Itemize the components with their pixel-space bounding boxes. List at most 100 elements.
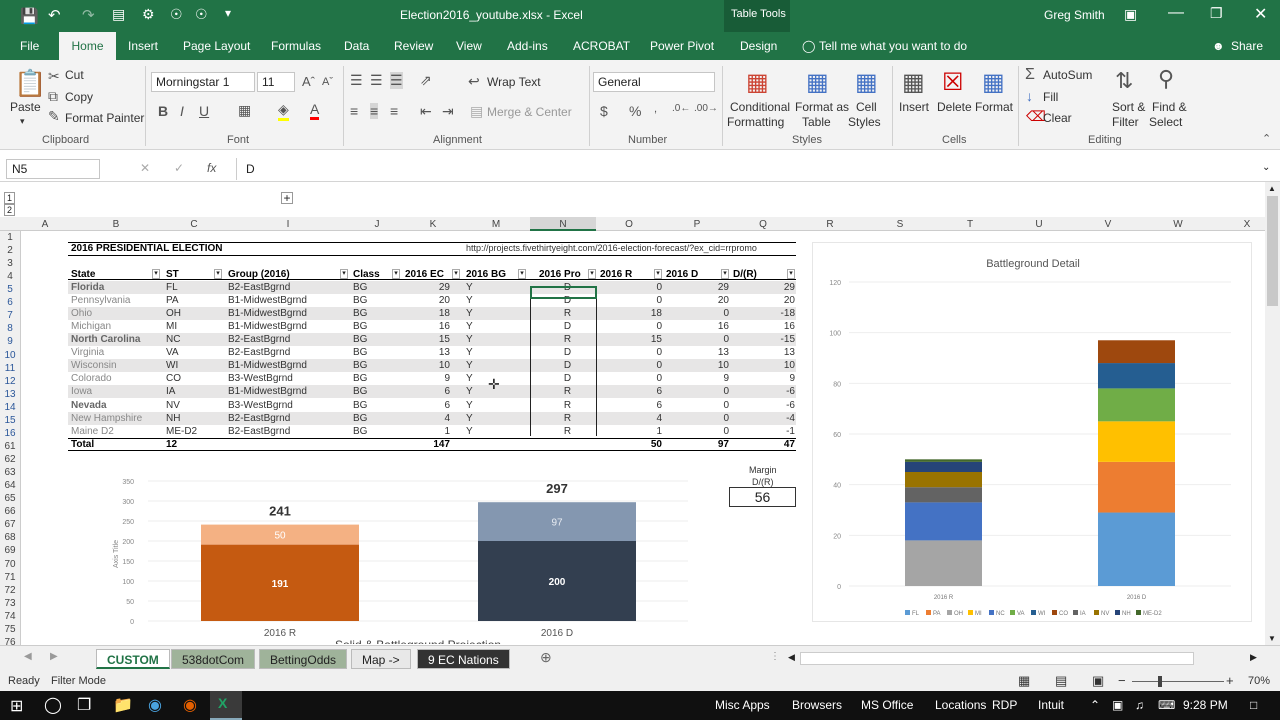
format-as-table-label-2[interactable]: Table xyxy=(802,115,831,129)
undo-icon[interactable]: ↶ xyxy=(48,6,61,24)
row-header[interactable]: 65 xyxy=(0,492,20,505)
table-cell[interactable]: Y xyxy=(466,346,473,359)
scroll-down-icon[interactable]: ▼ xyxy=(1268,634,1276,643)
zoom-out-icon[interactable]: − xyxy=(1118,673,1126,688)
share-button[interactable]: Share xyxy=(1231,32,1263,60)
borders-icon[interactable]: ▦ xyxy=(238,102,251,119)
comma-style-icon[interactable]: , xyxy=(654,103,657,115)
table-cell[interactable]: Y xyxy=(466,372,473,385)
table-cell[interactable]: 15 xyxy=(600,333,662,346)
column-header[interactable]: N xyxy=(553,218,573,231)
table-cell[interactable]: BG xyxy=(353,425,367,438)
increase-decimal-icon[interactable]: .0← xyxy=(672,103,690,114)
share-network-icon[interactable]: ☉ xyxy=(170,6,183,23)
table-cell[interactable]: CO xyxy=(166,372,181,385)
table-cell[interactable]: -4 xyxy=(733,412,795,425)
tell-me-box[interactable]: Tell me what you want to do xyxy=(819,32,967,60)
wrap-text-button[interactable]: Wrap Text xyxy=(487,75,541,89)
table-cell[interactable]: Iowa xyxy=(71,385,92,398)
column-header[interactable]: M xyxy=(486,218,506,231)
filter-dropdown-icon[interactable]: ▾ xyxy=(214,269,222,279)
bar-segment[interactable] xyxy=(1098,421,1175,462)
table-cell[interactable]: B2-EastBgrnd xyxy=(228,346,290,359)
sheet-tab-bettingodds[interactable]: BettingOdds xyxy=(259,649,348,669)
prev-sheet-icon[interactable]: ◀ xyxy=(24,651,32,662)
column-header[interactable]: S xyxy=(890,218,910,231)
table-cell[interactable]: ME-D2 xyxy=(166,425,197,438)
keyboard-icon[interactable]: ⌨ xyxy=(1158,698,1175,712)
bar-segment[interactable] xyxy=(1098,340,1175,364)
bar-segment[interactable] xyxy=(905,472,982,488)
table-cell[interactable]: Michigan xyxy=(71,320,111,333)
close-icon[interactable]: ✕ xyxy=(1254,4,1267,24)
row-header[interactable]: 14 xyxy=(0,401,20,414)
filter-dropdown-icon[interactable]: ▾ xyxy=(152,269,160,279)
merge-center-button[interactable]: Merge & Center xyxy=(487,105,572,119)
tab-data[interactable]: Data xyxy=(344,32,369,60)
taskbar-rdp[interactable]: RDP xyxy=(992,698,1017,712)
windows-start-icon[interactable]: ⊞ xyxy=(10,696,23,716)
row-header[interactable]: 2 xyxy=(0,244,20,257)
horizontal-scroll-thumb[interactable] xyxy=(800,652,1194,665)
row-header[interactable]: 66 xyxy=(0,505,20,518)
page-layout-view-icon[interactable]: ▤ xyxy=(1055,673,1067,689)
table-cell[interactable]: B3-WestBgrnd xyxy=(228,372,293,385)
row-header[interactable]: 12 xyxy=(0,375,20,388)
row-header[interactable]: 6 xyxy=(0,296,20,309)
table-cell[interactable]: 18 xyxy=(405,307,450,320)
format-cells-button[interactable]: Format xyxy=(975,100,1013,114)
table-cell[interactable]: 29 xyxy=(733,281,795,294)
total-cell[interactable]: 50 xyxy=(600,438,662,451)
table-cell[interactable]: Wisconsin xyxy=(71,359,117,372)
row-header[interactable]: 76 xyxy=(0,636,20,645)
table-cell[interactable]: 15 xyxy=(405,333,450,346)
table-cell[interactable]: 6 xyxy=(600,399,662,412)
row-header[interactable]: 16 xyxy=(0,427,20,440)
name-box[interactable]: N5 xyxy=(6,159,100,179)
table-cell[interactable]: B1-MidwestBgrnd xyxy=(228,385,307,398)
table-cell[interactable]: BG xyxy=(353,372,367,385)
row-header[interactable]: 10 xyxy=(0,349,20,362)
table-cell[interactable]: 29 xyxy=(405,281,450,294)
sheet-tab-538dotcom[interactable]: 538dotCom xyxy=(171,649,256,669)
notifications-icon[interactable]: □ xyxy=(1250,698,1257,712)
taskbar-misc-apps[interactable]: Misc Apps xyxy=(715,698,770,712)
row-header[interactable]: 8 xyxy=(0,322,20,335)
table-cell[interactable]: Y xyxy=(466,399,473,412)
percent-icon[interactable]: % xyxy=(629,103,641,119)
volume-icon[interactable]: ♫ xyxy=(1135,698,1144,712)
font-color-icon[interactable]: A xyxy=(310,101,320,120)
table-cell[interactable]: Nevada xyxy=(71,399,107,412)
excel-taskbar-icon[interactable]: X xyxy=(218,695,227,711)
table-cell[interactable]: Y xyxy=(466,307,473,320)
column-header[interactable]: V xyxy=(1098,218,1118,231)
paste-button[interactable]: Paste xyxy=(10,100,41,114)
print-preview-icon[interactable]: ▤ xyxy=(112,6,125,23)
enter-icon[interactable]: ✓ xyxy=(174,161,184,175)
row-header[interactable]: 63 xyxy=(0,466,20,479)
save-icon[interactable]: 💾 xyxy=(20,7,39,25)
table-cell[interactable]: B1-MidwestBgrnd xyxy=(228,294,307,307)
insert-function-icon[interactable]: fx xyxy=(207,161,216,175)
align-center-icon[interactable]: ≡ xyxy=(370,103,379,119)
tab-split-icon[interactable]: ⋮ xyxy=(770,651,780,662)
table-cell[interactable]: 13 xyxy=(666,346,729,359)
table-cell[interactable]: B2-EastBgrnd xyxy=(228,333,290,346)
row-header[interactable]: 71 xyxy=(0,571,20,584)
table-cell[interactable]: 10 xyxy=(666,359,729,372)
tab-insert[interactable]: Insert xyxy=(128,32,158,60)
table-cell[interactable]: Ohio xyxy=(71,307,92,320)
table-cell[interactable]: Maine D2 xyxy=(71,425,114,438)
row-header[interactable]: 11 xyxy=(0,362,20,375)
table-cell[interactable]: 9 xyxy=(666,372,729,385)
table-cell[interactable]: MI xyxy=(166,320,177,333)
row-header[interactable]: 15 xyxy=(0,414,20,427)
row-header[interactable]: 7 xyxy=(0,309,20,322)
column-header[interactable]: O xyxy=(619,218,639,231)
column-header[interactable]: K xyxy=(423,218,443,231)
cancel-entry-icon[interactable]: ✕ xyxy=(140,161,150,175)
ribbon-display-icon[interactable]: ▣ xyxy=(1124,6,1137,23)
column-header[interactable]: Q xyxy=(753,218,773,231)
row-header[interactable]: 74 xyxy=(0,610,20,623)
table-cell[interactable]: Y xyxy=(466,412,473,425)
